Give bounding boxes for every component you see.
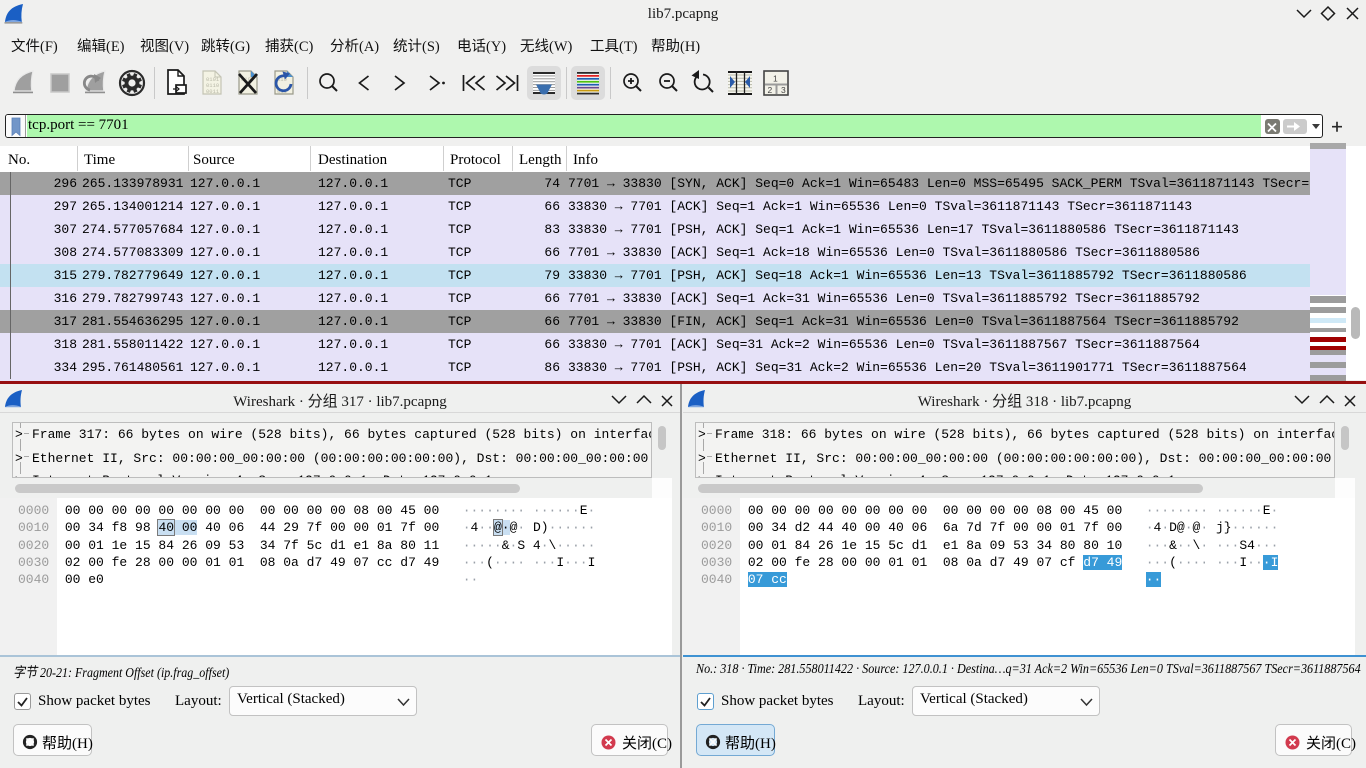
svg-text:0011: 0011 xyxy=(206,88,220,95)
svg-text:3: 3 xyxy=(781,85,786,95)
svg-text:2: 2 xyxy=(768,85,773,95)
svg-text:1: 1 xyxy=(773,74,778,84)
